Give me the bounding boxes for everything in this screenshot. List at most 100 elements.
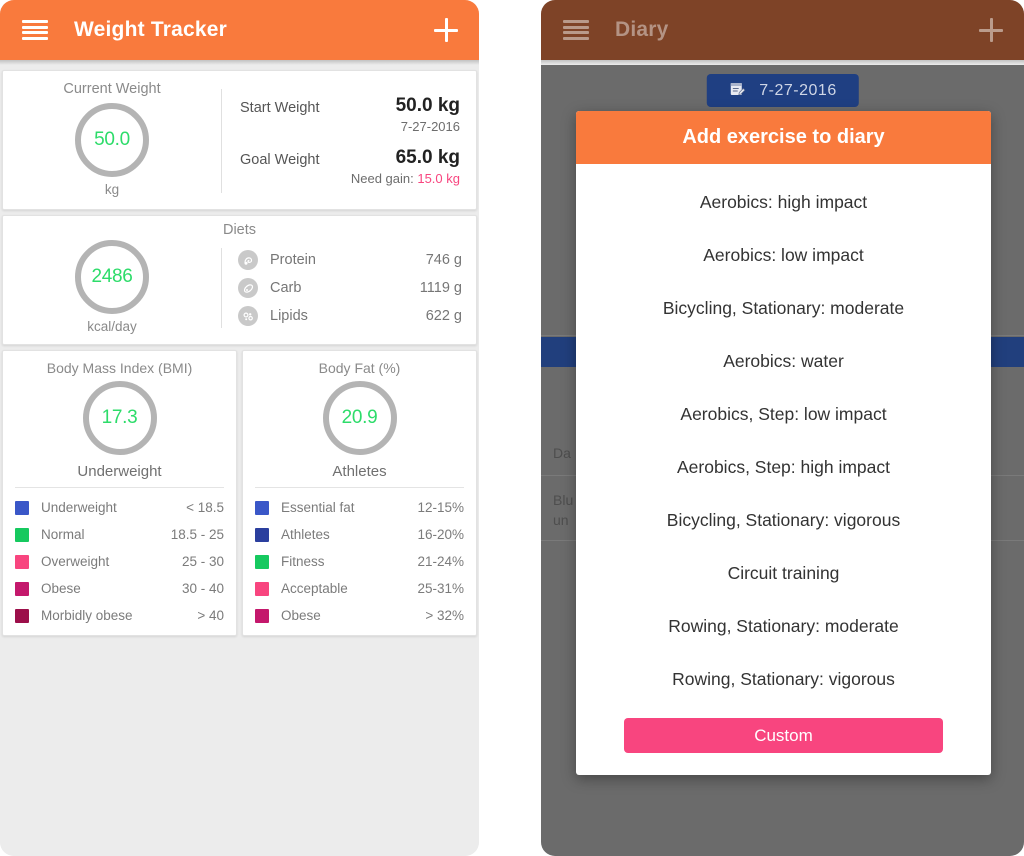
legend-row: Morbidly obese > 40 <box>15 602 224 629</box>
macro-name: Carb <box>270 280 302 296</box>
legend-range: < 18.5 <box>186 500 224 515</box>
legend-color-swatch <box>15 554 29 569</box>
legend-label: Underweight <box>41 500 117 515</box>
current-weight-value: 50.0 <box>94 129 130 150</box>
legend-range: > 40 <box>197 608 224 623</box>
goal-weight-values: 65.0 kg Need gain: 15.0 kg <box>351 147 460 186</box>
plus-icon[interactable] <box>976 15 1006 45</box>
exercise-list-item[interactable]: Circuit training <box>576 547 991 600</box>
need-gain-amount: 15.0 kg <box>417 170 460 186</box>
macro-value: 1119 g <box>419 280 462 296</box>
dialog-footer: Custom <box>576 714 991 775</box>
custom-button[interactable]: Custom <box>624 718 943 753</box>
dialog-header: Add exercise to diary <box>576 111 991 164</box>
start-weight-date: 7-27-2016 <box>400 119 460 134</box>
date-chip[interactable]: 7-27-2016 <box>706 74 859 107</box>
macro-value: 622 g <box>425 308 462 324</box>
need-gain-label: Need gain: <box>350 170 418 186</box>
weight-tracker-panel: Weight Tracker Current Weight 50.0 kg St… <box>0 0 479 856</box>
macro-name: Lipids <box>270 308 308 324</box>
carb-icon <box>238 278 258 298</box>
legend-range: 21-24% <box>417 554 464 569</box>
page-title: Diary <box>615 18 669 41</box>
exercise-list-item[interactable]: Aerobics, Step: high impact <box>576 441 991 494</box>
bmi-legend: Underweight < 18.5 Normal 18.5 - 25 Overweig… <box>15 494 224 629</box>
legend-range: 25-31% <box>417 581 464 596</box>
exercise-list-item[interactable]: Bicycling, Stationary: vigorous <box>576 494 991 547</box>
goal-weight-label: Goal Weight <box>240 152 320 168</box>
lipids-icon <box>238 306 258 326</box>
background-text: Blu un <box>553 492 574 529</box>
legend-label: Obese <box>281 608 321 623</box>
macro-name: Protein <box>270 252 316 268</box>
date-chip-label: 7-27-2016 <box>759 81 837 99</box>
divider <box>15 487 224 488</box>
diets-title: Diets <box>222 222 257 238</box>
macro-row: Protein 746 g <box>238 250 462 270</box>
plus-icon[interactable] <box>431 15 461 45</box>
body-fat-title: Body Fat (%) <box>318 360 401 376</box>
body-fat-value: 20.9 <box>341 407 378 428</box>
metrics-row: Body Mass Index (BMI) 17.3 Underweight U… <box>2 350 477 636</box>
legend-label: Normal <box>41 527 85 542</box>
bmi-ring: 17.3 <box>82 381 157 455</box>
start-weight-row: Start Weight 50.0 kg 7-27-2016 <box>240 95 460 134</box>
diary-appbar: Diary <box>541 0 1024 60</box>
need-gain-text: Need gain: 15.0 kg <box>351 171 460 186</box>
macros-list: Protein 746 g Carb 1119 g Lipids 622 g <box>222 240 476 336</box>
legend-label: Essential fat <box>281 500 355 515</box>
exercise-list-item[interactable]: Bicycling, Stationary: moderate <box>576 282 991 335</box>
legend-row: Obese > 32% <box>255 602 464 629</box>
macro-row: Lipids 622 g <box>238 306 462 326</box>
bmi-status: Underweight <box>77 463 162 480</box>
current-weight-unit: kg <box>104 182 120 197</box>
dialog-title: Add exercise to diary <box>682 126 885 148</box>
legend-range: 12-15% <box>417 500 464 515</box>
legend-row: Essential fat 12-15% <box>255 494 464 521</box>
macro-row: Carb 1119 g <box>238 278 462 298</box>
protein-icon <box>238 250 258 270</box>
exercise-list-item[interactable]: Aerobics: high impact <box>576 176 991 229</box>
legend-color-swatch <box>15 500 29 515</box>
macro-value: 746 g <box>425 252 462 268</box>
legend-row: Obese 30 - 40 <box>15 575 224 602</box>
exercise-list-item[interactable]: Rowing, Stationary: moderate <box>576 600 991 653</box>
legend-color-swatch <box>255 527 269 542</box>
exercise-list: Aerobics: high impact Aerobics: low impac… <box>576 164 991 714</box>
bmi-card: Body Mass Index (BMI) 17.3 Underweight U… <box>2 350 237 636</box>
legend-color-swatch <box>15 527 29 542</box>
legend-row: Normal 18.5 - 25 <box>15 521 224 548</box>
calendar-icon <box>728 80 745 102</box>
exercise-list-item[interactable]: Aerobics, Step: low impact <box>576 388 991 441</box>
current-weight-label: Current Weight <box>63 81 161 97</box>
legend-row: Underweight < 18.5 <box>15 494 224 521</box>
legend-label: Overweight <box>41 554 110 569</box>
weight-tracker-appbar: Weight Tracker <box>0 0 479 60</box>
legend-label: Obese <box>41 581 81 596</box>
exercise-list-item[interactable]: Aerobics: low impact <box>576 229 991 282</box>
body-fat-legend: Essential fat 12-15% Athletes 16-20% Fitness… <box>255 494 464 629</box>
exercise-list-item[interactable]: Aerobics: water <box>576 335 991 388</box>
body-fat-card: Body Fat (%) 20.9 Athletes Essential fat… <box>242 350 477 636</box>
legend-label: Athletes <box>281 527 330 542</box>
legend-row: Acceptable 25-31% <box>255 575 464 602</box>
bmi-value: 17.3 <box>101 407 138 428</box>
legend-label: Fitness <box>281 554 325 569</box>
background-text: Da <box>553 445 571 461</box>
diary-content: Da Blu un 7-27-2016 Add exercise to diar… <box>541 65 1024 856</box>
legend-range: > 32% <box>425 608 464 623</box>
hamburger-menu-icon[interactable] <box>563 20 589 40</box>
screenshot-root: Weight Tracker Current Weight 50.0 kg St… <box>0 0 1024 856</box>
legend-range: 30 - 40 <box>181 581 224 596</box>
legend-color-swatch <box>255 608 269 623</box>
legend-range: 16-20% <box>417 527 464 542</box>
calories-ring: 2486 <box>75 240 149 314</box>
weight-stats-list: Start Weight 50.0 kg 7-27-2016 Goal Weig… <box>222 81 476 201</box>
legend-color-swatch <box>255 554 269 569</box>
hamburger-menu-icon[interactable] <box>22 20 48 40</box>
legend-range: 25 - 30 <box>181 554 224 569</box>
calories-gauge: 2486 kcal/day <box>3 240 221 336</box>
exercise-list-item[interactable]: Rowing, Stationary: vigorous <box>576 653 991 706</box>
legend-row: Athletes 16-20% <box>255 521 464 548</box>
goal-weight-value: 65.0 kg <box>395 147 460 168</box>
